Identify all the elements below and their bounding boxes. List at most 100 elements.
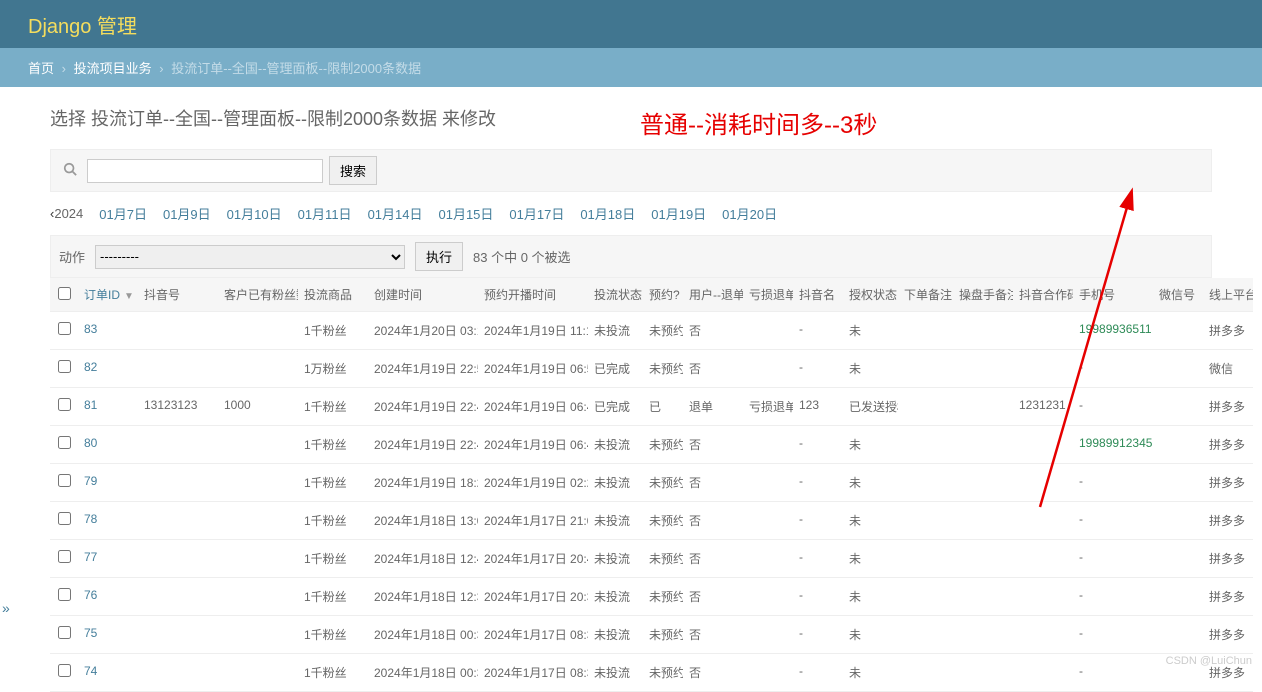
table-row: 791千粉丝2024年1月19日 18:292024年1月19日 02:29未投… [50,464,1253,502]
cell: - [1073,388,1153,426]
search-input[interactable] [87,159,323,183]
order-id-link[interactable]: 81 [84,398,97,412]
cell: 81 [78,388,138,426]
column-header[interactable]: 抖音合作码 [1013,278,1073,312]
column-header[interactable]: 亏损退单 [743,278,793,312]
date-link[interactable]: 01月7日 [99,207,147,222]
order-id-link[interactable]: 83 [84,322,97,336]
cell: 76 [78,578,138,616]
cell [1153,502,1203,540]
cell: 未预约 [643,616,683,654]
cell: - [793,464,843,502]
date-link[interactable]: 01月15日 [438,207,493,222]
cell [218,426,298,464]
cell: 1万粉丝 [298,350,368,388]
order-id-link[interactable]: 80 [84,436,97,450]
action-go-button[interactable]: 执行 [415,242,463,271]
select-all-checkbox[interactable] [58,287,71,300]
row-checkbox[interactable] [58,664,71,677]
cell: 75 [78,616,138,654]
row-checkbox[interactable] [58,626,71,639]
cell [138,464,218,502]
row-checkbox[interactable] [58,322,71,335]
breadcrumb: 首页 › 投流项目业务 › 投流订单--全国--管理面板--限制2000条数据 [0,48,1262,87]
cell: 否 [683,426,743,464]
column-header[interactable]: 创建时间 [368,278,478,312]
cell [1153,616,1203,654]
date-link[interactable]: 01月14日 [368,207,423,222]
cell [953,540,1013,578]
column-header[interactable]: 线上平台 [1203,278,1253,312]
order-id-link[interactable]: 77 [84,550,97,564]
cell [50,540,78,578]
breadcrumb-home[interactable]: 首页 [28,61,54,76]
order-id-link[interactable]: 78 [84,512,97,526]
cell: 19989912345 [1073,426,1153,464]
cell: 未预约 [643,502,683,540]
column-header[interactable]: 预约开播时间 [478,278,588,312]
row-checkbox[interactable] [58,398,71,411]
column-header[interactable]: 订单ID▼ [78,278,138,312]
cell [1013,578,1073,616]
date-link[interactable]: 01月11日 [298,207,352,222]
column-header[interactable]: 微信号 [1153,278,1203,312]
cell [953,312,1013,350]
cell: 80 [78,426,138,464]
cell [898,616,953,654]
cell [898,464,953,502]
search-button[interactable]: 搜索 [329,156,377,185]
column-header[interactable]: 抖音号 [138,278,218,312]
column-header[interactable]: 抖音名 [793,278,843,312]
cell [1013,426,1073,464]
cell [898,350,953,388]
row-checkbox[interactable] [58,550,71,563]
cell: 82 [78,350,138,388]
cell: 退单 [683,388,743,426]
cell: 2024年1月18日 13:07 [368,502,478,540]
order-id-link[interactable]: 75 [84,626,97,640]
cell: 未投流 [588,426,643,464]
column-header[interactable]: 手机号 [1073,278,1153,312]
date-back[interactable]: ‹2024 [50,206,83,221]
column-header[interactable]: 预约? [643,278,683,312]
cell: 拼多多 [1203,426,1253,464]
row-checkbox[interactable] [58,436,71,449]
cell [138,578,218,616]
order-id-link[interactable]: 82 [84,360,97,374]
order-id-link[interactable]: 74 [84,664,97,678]
row-checkbox[interactable] [58,588,71,601]
column-header[interactable]: 操盘手备注 [953,278,1013,312]
date-link[interactable]: 01月19日 [651,207,706,222]
column-header[interactable]: 授权状态 [843,278,898,312]
cell [1013,502,1073,540]
cell: 否 [683,578,743,616]
cell [953,616,1013,654]
row-checkbox[interactable] [58,474,71,487]
cell [50,464,78,502]
column-header[interactable]: 客户已有粉丝数量 [218,278,298,312]
cell [138,426,218,464]
date-link[interactable]: 01月20日 [722,207,777,222]
date-link[interactable]: 01月10日 [227,207,282,222]
row-checkbox[interactable] [58,512,71,525]
cell: 19989936511 [1073,312,1153,350]
nav-toggle[interactable]: » [2,600,10,616]
order-id-link[interactable]: 79 [84,474,97,488]
cell: 拼多多 [1203,502,1253,540]
date-link[interactable]: 01月18日 [580,207,635,222]
order-id-link[interactable]: 76 [84,588,97,602]
cell: 2024年1月18日 12:33 [368,578,478,616]
date-link[interactable]: 01月9日 [163,207,211,222]
column-header[interactable]: 投流状态 [588,278,643,312]
action-select[interactable]: --------- [95,245,405,269]
cell: 否 [683,464,743,502]
site-title[interactable]: Django 管理 [28,10,137,39]
cell [50,616,78,654]
column-header[interactable]: 下单备注 [898,278,953,312]
column-header[interactable]: 用户--退单 [683,278,743,312]
date-link[interactable]: 01月17日 [509,207,564,222]
row-checkbox[interactable] [58,360,71,373]
cell: 未预约 [643,426,683,464]
breadcrumb-app[interactable]: 投流项目业务 [74,61,152,76]
column-header[interactable]: 投流商品 [298,278,368,312]
